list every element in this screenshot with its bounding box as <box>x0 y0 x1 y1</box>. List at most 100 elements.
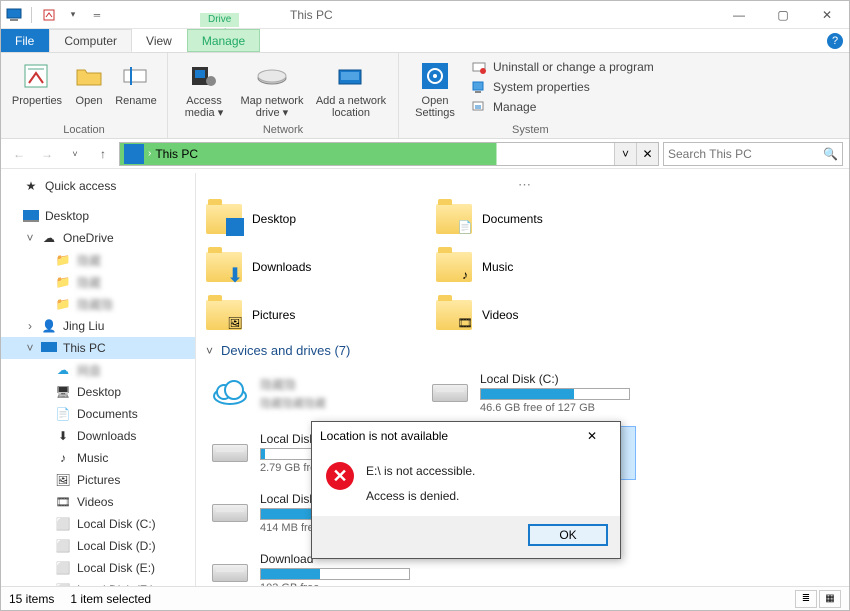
help-icon[interactable]: ? <box>827 33 843 49</box>
open-folder-icon <box>72 59 106 93</box>
folder-videos[interactable]: 🎞Videos <box>436 295 656 335</box>
tab-manage[interactable]: Manage <box>187 29 260 52</box>
nav-pc-downloads[interactable]: ⬇Downloads <box>1 425 195 447</box>
nav-pc-documents[interactable]: 📄Documents <box>1 403 195 425</box>
qat-dropdown-icon[interactable]: ▾ <box>64 6 82 24</box>
rename-icon <box>119 59 153 93</box>
folder-downloads[interactable]: ⬇Downloads <box>206 247 426 287</box>
expand-icon[interactable]: › <box>25 319 35 333</box>
search-icon: 🔍 <box>823 147 838 161</box>
navigation-pane[interactable]: ★Quick access Desktop ˅☁OneDrive 📁隐藏 📁隐藏… <box>1 173 196 586</box>
nav-pc-pictures[interactable]: 🖼Pictures <box>1 469 195 491</box>
folder-pictures[interactable]: 🖼Pictures <box>206 295 426 335</box>
nav-drive-d[interactable]: ⬜Local Disk (D:) <box>1 535 195 557</box>
ok-button[interactable]: OK <box>528 524 608 546</box>
open-button[interactable]: Open <box>69 57 109 122</box>
map-network-drive-button[interactable]: Map network drive ▾ <box>236 57 308 122</box>
settings-gear-icon <box>418 59 452 93</box>
map-drive-icon <box>255 59 289 93</box>
breadcrumb[interactable]: This PC <box>151 147 202 161</box>
manage-button[interactable]: Manage <box>471 99 654 115</box>
close-button[interactable]: ✕ <box>805 1 849 29</box>
folder-music[interactable]: ♪Music <box>436 247 656 287</box>
nav-onedrive-sub1[interactable]: 📁隐藏 <box>1 249 195 271</box>
error-dialog: Location is not available✕ ✕ E:\ is not … <box>311 421 621 559</box>
nav-up-button[interactable]: ↑ <box>91 142 115 166</box>
collapse-icon[interactable]: ˅ <box>25 341 35 355</box>
nav-desktop-root[interactable]: Desktop <box>1 205 195 227</box>
drive-icon: ⬜ <box>55 538 71 554</box>
folder-icon: ⬇ <box>206 252 242 282</box>
folder-icon: 🎞 <box>436 300 472 330</box>
nav-drive-e[interactable]: ⬜Local Disk (E:) <box>1 557 195 579</box>
desktop-icon: 🖥 <box>55 384 71 400</box>
ribbon-tabs: File Computer View Manage ? <box>1 29 849 53</box>
window-title: This PC <box>290 8 333 22</box>
nav-pc-desktop[interactable]: 🖥Desktop <box>1 381 195 403</box>
nav-back-button[interactable]: ← <box>7 142 31 166</box>
nav-pc-music[interactable]: ♪Music <box>1 447 195 469</box>
nav-recent-button[interactable]: ˅ <box>63 142 87 166</box>
folder-documents[interactable]: 📄Documents <box>436 199 656 239</box>
pc-icon[interactable] <box>5 6 23 24</box>
address-dropdown-button[interactable]: ˅ <box>614 143 636 165</box>
large-icons-view-button[interactable]: ▦ <box>819 590 841 608</box>
address-bar[interactable]: › This PC ˅ ✕ <box>119 142 659 166</box>
rename-button[interactable]: Rename <box>113 57 159 122</box>
maximize-button[interactable]: ▢ <box>761 1 805 29</box>
dialog-close-button[interactable]: ✕ <box>572 422 612 450</box>
status-item-count: 15 items <box>9 592 54 606</box>
drive-icon <box>430 378 470 408</box>
nav-drive-c[interactable]: ⬜Local Disk (C:) <box>1 513 195 535</box>
nav-onedrive-sub2[interactable]: 📁隐藏 <box>1 271 195 293</box>
devices-header[interactable]: Devices and drives (7) <box>206 343 839 358</box>
details-view-button[interactable]: ≣ <box>795 590 817 608</box>
tab-view[interactable]: View <box>132 29 187 52</box>
open-settings-button[interactable]: Open Settings <box>407 57 463 122</box>
address-refresh-button[interactable]: ✕ <box>636 143 658 165</box>
folder-icon <box>206 204 242 234</box>
drive-icon <box>210 438 250 468</box>
search-input[interactable] <box>668 147 823 161</box>
nav-this-pc[interactable]: ˅This PC <box>1 337 195 359</box>
properties-icon <box>20 59 54 93</box>
nav-drive-f[interactable]: ⬜Local Disk (F:) <box>1 579 195 586</box>
drive-icon <box>210 498 250 528</box>
properties-button[interactable]: Properties <box>9 57 65 122</box>
search-box[interactable]: 🔍 <box>663 142 843 166</box>
expand-icon[interactable]: ˅ <box>25 231 35 245</box>
nav-quick-access[interactable]: ★Quick access <box>1 175 195 197</box>
minimize-button[interactable]: — <box>717 1 761 29</box>
pictures-icon: 🖼 <box>55 472 71 488</box>
folders-header-partial: ⋯ <box>206 177 839 193</box>
folder-desktop[interactable]: Desktop <box>206 199 426 239</box>
qat-customize-icon[interactable]: ═ <box>88 6 106 24</box>
sysprops-icon <box>471 79 487 95</box>
nav-onedrive-sub3[interactable]: 📁隐藏隐 <box>1 293 195 315</box>
media-icon <box>187 59 221 93</box>
uninstall-program-button[interactable]: Uninstall or change a program <box>471 59 654 75</box>
drive-cloud[interactable]: 隐藏隐隐藏隐藏隐藏 <box>206 366 416 420</box>
cloud-icon: ☁ <box>41 230 57 246</box>
nav-onedrive[interactable]: ˅☁OneDrive <box>1 227 195 249</box>
user-icon: 👤 <box>41 318 57 334</box>
status-selection: 1 item selected <box>70 592 151 606</box>
tab-computer[interactable]: Computer <box>49 29 132 52</box>
nav-forward-button[interactable]: → <box>35 142 59 166</box>
access-media-button[interactable]: Access media ▾ <box>176 57 232 122</box>
add-location-icon <box>334 59 368 93</box>
cloud-icon: ☁ <box>55 362 71 378</box>
uninstall-icon <box>471 59 487 75</box>
nav-wps-cloud[interactable]: ☁网盘 <box>1 359 195 381</box>
nav-user[interactable]: ›👤Jing Liu <box>1 315 195 337</box>
title-bar: ▾ ═ Drive Tools This PC — ▢ ✕ <box>1 1 849 29</box>
add-network-location-button[interactable]: Add a network location <box>312 57 390 122</box>
dialog-message: E:\ is not accessible. Access is denied. <box>366 462 475 506</box>
address-bar-row: ← → ˅ ↑ › This PC ˅ ✕ 🔍 <box>1 139 849 169</box>
nav-pc-videos[interactable]: 🎞Videos <box>1 491 195 513</box>
drive-c[interactable]: Local Disk (C:)46.6 GB free of 127 GB <box>426 366 636 420</box>
tab-file[interactable]: File <box>1 29 49 52</box>
folder-icon: ♪ <box>436 252 472 282</box>
properties-quick-icon[interactable] <box>40 6 58 24</box>
system-properties-button[interactable]: System properties <box>471 79 654 95</box>
